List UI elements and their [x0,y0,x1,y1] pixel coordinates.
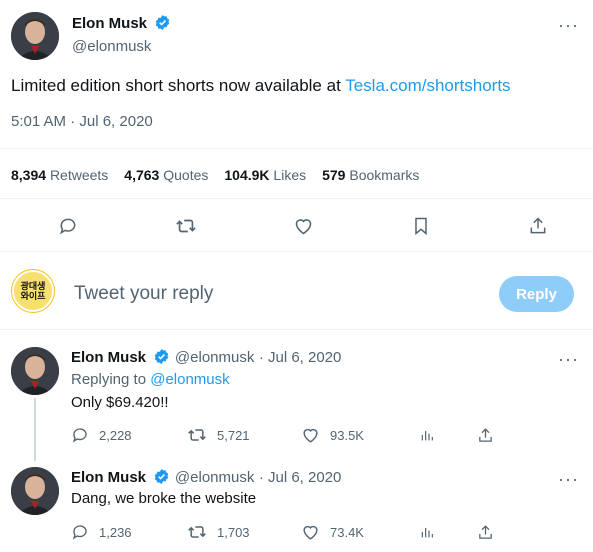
reply-author-handle[interactable]: @elonmusk [175,349,254,366]
stat-likes-value: 104.9K [224,167,270,183]
heart-icon [303,428,318,443]
more-icon[interactable]: ··· [558,470,579,488]
more-icon[interactable]: ··· [558,16,579,34]
reply-action-retweet[interactable]: 5,721 [187,425,301,445]
retweet-count: 1,703 [217,524,250,540]
tweet-actions [57,215,549,237]
share-icon[interactable] [477,427,494,444]
reply-action-like[interactable]: 93.5K [301,426,419,445]
stat-quotes-label: Quotes [163,167,209,183]
reply-author-name[interactable]: Elon Musk [71,349,146,366]
reply-action-retweet[interactable]: 1,703 [187,522,301,542]
reply-author-handle[interactable]: @elonmusk [175,469,254,486]
reply-icon [72,428,87,443]
stat-likes[interactable]: 104.9K Likes [224,167,306,183]
reply-date[interactable]: · Jul 6, 2020 [259,469,342,486]
author-handle[interactable]: @elonmusk [72,38,171,55]
reply-actions: 2,228 5,721 93.5K [71,425,496,445]
divider [0,148,593,149]
verified-badge-icon [154,14,171,36]
like-count: 73.4K [330,524,364,540]
reply-text: Only $69.420!! [71,394,169,411]
reply-date[interactable]: · Jul 6, 2020 [259,349,342,366]
verified-badge-icon [153,468,170,490]
reply-header: Elon Musk @elonmusk · Jul 6, 2020 [71,348,341,370]
retweet-icon [188,429,206,441]
stat-bookmarks-label: Bookmarks [349,167,420,183]
reply-actions: 1,236 1,703 73.4K [71,522,496,542]
tweet-text: Limited edition short shorts now availab… [11,76,581,96]
reply-action-like[interactable]: 73.4K [301,523,419,542]
retweet-count: 5,721 [217,427,250,443]
reply-avatar[interactable] [11,467,59,515]
retweet-icon[interactable] [175,215,197,237]
tweet-text-prefix: Limited edition short shorts now availab… [11,76,346,95]
composer-avatar-text-1: 광대생 [20,281,46,291]
stat-quotes-value: 4,763 [124,167,160,183]
author-avatar[interactable] [11,12,59,60]
reply-avatar[interactable] [11,347,59,395]
stat-retweets-value: 8,394 [11,167,47,183]
share-icon[interactable] [527,215,549,237]
reply-action-reply[interactable]: 2,228 [71,426,187,444]
like-count: 93.5K [330,427,364,443]
replying-to-prefix: Replying to [71,371,151,388]
verified-badge-icon [153,348,170,370]
stat-bookmarks-value: 579 [322,167,346,183]
reply-action-reply[interactable]: 1,236 [71,523,187,541]
replying-to: Replying to @elonmusk [71,371,230,388]
share-icon[interactable] [477,524,494,541]
thread-line [34,398,36,461]
analytics-icon[interactable] [419,427,477,443]
reply-icon[interactable] [57,215,79,237]
stat-bookmarks[interactable]: 579 Bookmarks [322,167,419,183]
reply-author-name[interactable]: Elon Musk [71,469,146,486]
reply-button[interactable]: Reply [499,276,574,312]
reply-icon [72,525,87,540]
tweet-stats: 8,394 Retweets 4,763 Quotes 104.9K Likes… [11,167,419,183]
divider [0,329,593,330]
composer-avatar[interactable]: 광대생 와이프 [12,270,54,312]
author-name[interactable]: Elon Musk [72,15,147,32]
stat-retweets[interactable]: 8,394 Retweets [11,167,108,183]
stat-likes-label: Likes [273,167,307,183]
more-icon[interactable]: ··· [558,350,579,368]
tweet-link[interactable]: Tesla.com/shortshorts [345,76,510,95]
composer-avatar-text-2: 와이프 [20,291,46,301]
reply-input[interactable]: Tweet your reply [74,283,213,305]
tweet-timestamp[interactable]: 5:01 AM · Jul 6, 2020 [11,113,153,130]
author-block: Elon Musk @elonmusk [72,14,171,55]
reply-count: 1,236 [99,524,132,540]
analytics-icon[interactable] [419,524,477,540]
divider [0,251,593,252]
heart-icon [303,525,318,540]
divider [0,198,593,199]
reply-count: 2,228 [99,427,132,443]
reply-text: Dang, we broke the website [71,490,257,507]
heart-icon[interactable] [292,215,314,237]
replying-to-handle[interactable]: @elonmusk [150,371,229,388]
stat-retweets-label: Retweets [49,167,109,183]
retweet-icon [188,526,206,538]
bookmark-icon[interactable] [410,215,432,237]
reply-header: Elon Musk @elonmusk · Jul 6, 2020 [71,468,341,490]
stat-quotes[interactable]: 4,763 Quotes [124,167,208,183]
